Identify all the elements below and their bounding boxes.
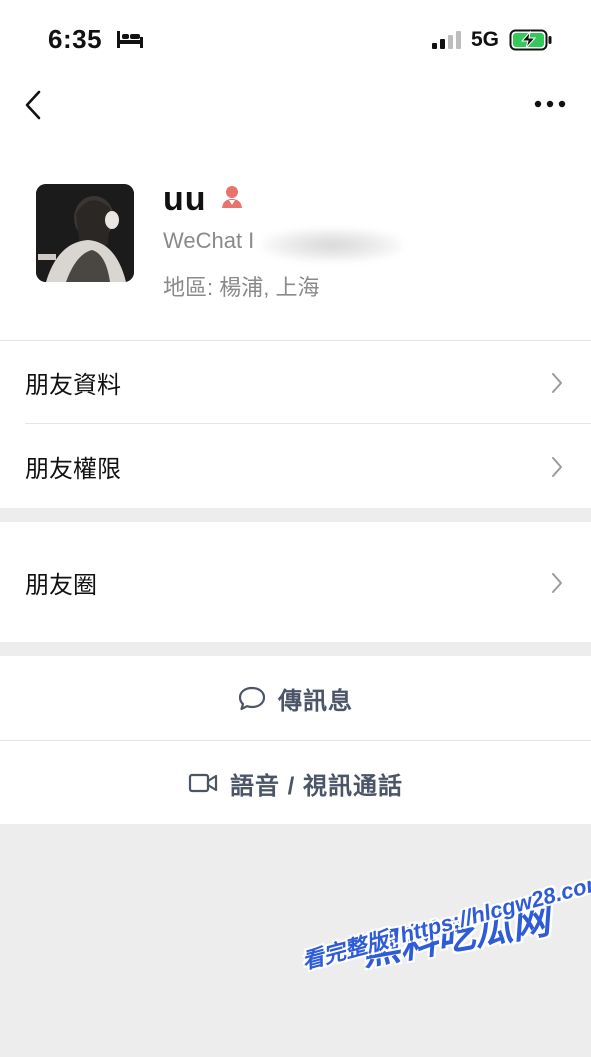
back-button[interactable] bbox=[20, 88, 50, 122]
nav-bar bbox=[0, 78, 591, 132]
more-button[interactable] bbox=[533, 94, 567, 114]
region: 地區: 楊浦, 上海 bbox=[163, 275, 320, 300]
network-label: 5G bbox=[471, 28, 500, 51]
status-time: 6:35 bbox=[48, 24, 103, 54]
name-row: uu bbox=[163, 180, 245, 219]
chevron-right-icon bbox=[552, 373, 562, 393]
row-label: 朋友圈 bbox=[25, 571, 97, 599]
bed-icon bbox=[116, 29, 144, 54]
chevron-right-icon bbox=[552, 573, 562, 593]
menu-group-info: 朋友資料 朋友權限 bbox=[0, 340, 591, 508]
chat-bubble-icon bbox=[238, 686, 266, 711]
battery-charging-icon bbox=[509, 28, 553, 57]
menu-group-moments: 朋友圈 bbox=[0, 522, 591, 642]
row-label: 朋友權限 bbox=[25, 455, 121, 483]
nickname: uu bbox=[163, 180, 207, 218]
wechat-id: WeChat I bbox=[163, 228, 255, 253]
action-group: 傳訊息 語音 / 視訊通話 bbox=[0, 656, 591, 824]
more-dots-icon bbox=[534, 100, 566, 108]
status-bar: 6:35 5G bbox=[0, 0, 591, 78]
send-message-button[interactable]: 傳訊息 bbox=[0, 656, 591, 740]
row-moments[interactable]: 朋友圈 bbox=[0, 540, 591, 624]
voice-video-call-label: 語音 / 視訊通話 bbox=[229, 772, 403, 800]
redacted-blur bbox=[262, 228, 402, 262]
send-message-label: 傳訊息 bbox=[278, 687, 353, 715]
row-friend-profile[interactable]: 朋友資料 bbox=[0, 340, 591, 424]
row-label: 朋友資料 bbox=[25, 371, 121, 399]
female-icon bbox=[219, 184, 245, 215]
row-friend-permissions[interactable]: 朋友權限 bbox=[0, 424, 591, 508]
video-camera-icon bbox=[188, 773, 218, 793]
avatar[interactable] bbox=[36, 184, 134, 282]
profile-header: 6:35 5G uu WeChat I 地區: 楊浦, 上海 bbox=[0, 0, 591, 340]
profile-info: uu WeChat I 地區: 楊浦, 上海 bbox=[0, 132, 591, 340]
voice-video-call-button[interactable]: 語音 / 視訊通話 bbox=[0, 741, 591, 825]
signal-icon bbox=[431, 30, 463, 55]
chevron-right-icon bbox=[552, 457, 562, 477]
chevron-left-icon bbox=[25, 90, 41, 120]
